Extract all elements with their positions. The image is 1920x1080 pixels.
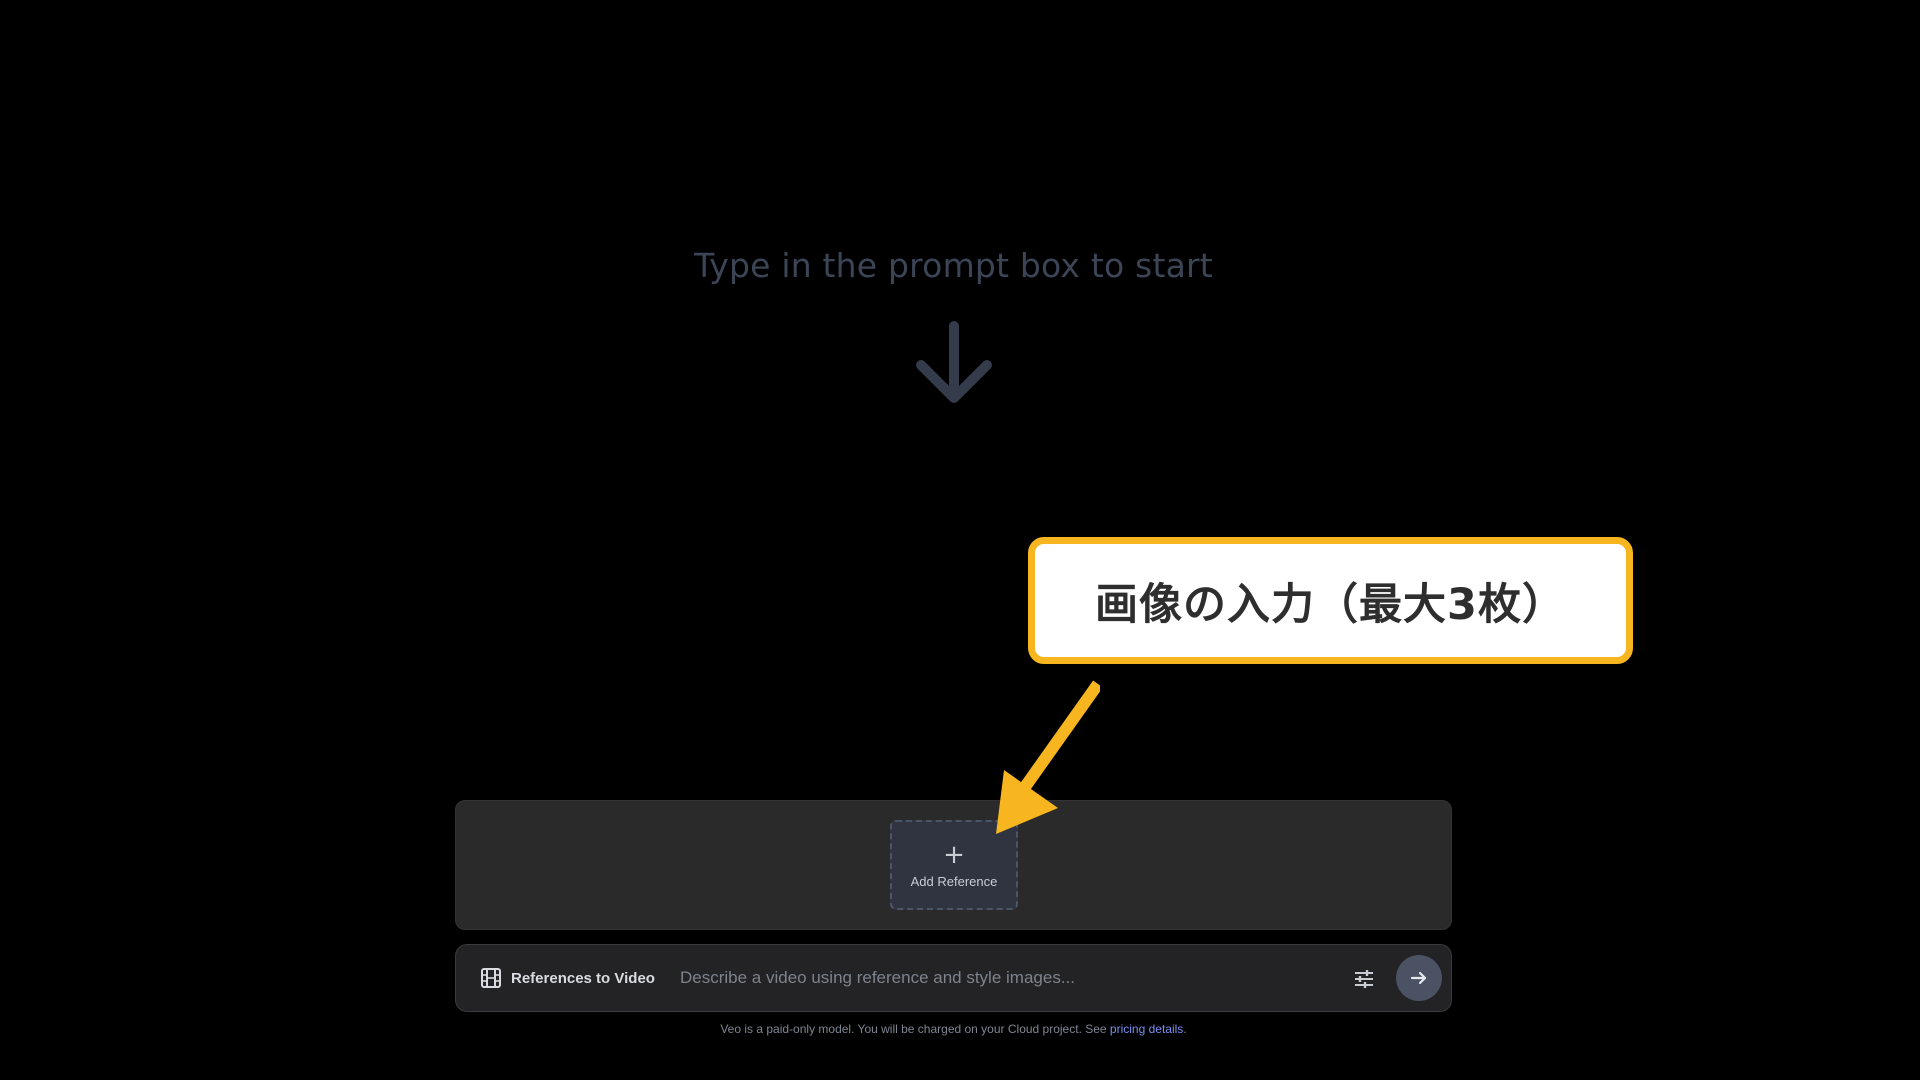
- mode-label: References to Video: [511, 969, 655, 987]
- footer-suffix: .: [1183, 1022, 1187, 1036]
- sliders-icon: [1355, 970, 1373, 988]
- prompt-input[interactable]: [680, 963, 1320, 993]
- plus-icon: +: [943, 839, 965, 870]
- settings-button[interactable]: [1348, 963, 1380, 995]
- add-reference-label: Add Reference: [910, 873, 998, 889]
- footer-text: Veo is a paid-only model. You will be ch…: [720, 1022, 1110, 1036]
- empty-state-title: Type in the prompt box to start: [694, 246, 1213, 285]
- mode-selector[interactable]: References to Video: [480, 945, 655, 1011]
- prompt-bar: References to Video: [455, 944, 1452, 1012]
- footer-note: Veo is a paid-only model. You will be ch…: [0, 1022, 1907, 1036]
- reference-panel: + Add Reference: [455, 800, 1452, 930]
- arrow-down-icon: [916, 321, 992, 403]
- film-icon: [481, 968, 501, 988]
- callout-arrow-icon: [996, 680, 1100, 834]
- callout-text: 画像の入力（最大3枚）: [1095, 579, 1566, 630]
- arrow-right-icon: [1410, 971, 1427, 985]
- annotation-callout: 画像の入力（最大3枚）: [1028, 537, 1633, 664]
- send-button[interactable]: [1396, 955, 1442, 1001]
- app-stage: Type in the prompt box to start + Add Re…: [0, 0, 1920, 1080]
- pricing-details-link[interactable]: pricing details: [1110, 1022, 1183, 1036]
